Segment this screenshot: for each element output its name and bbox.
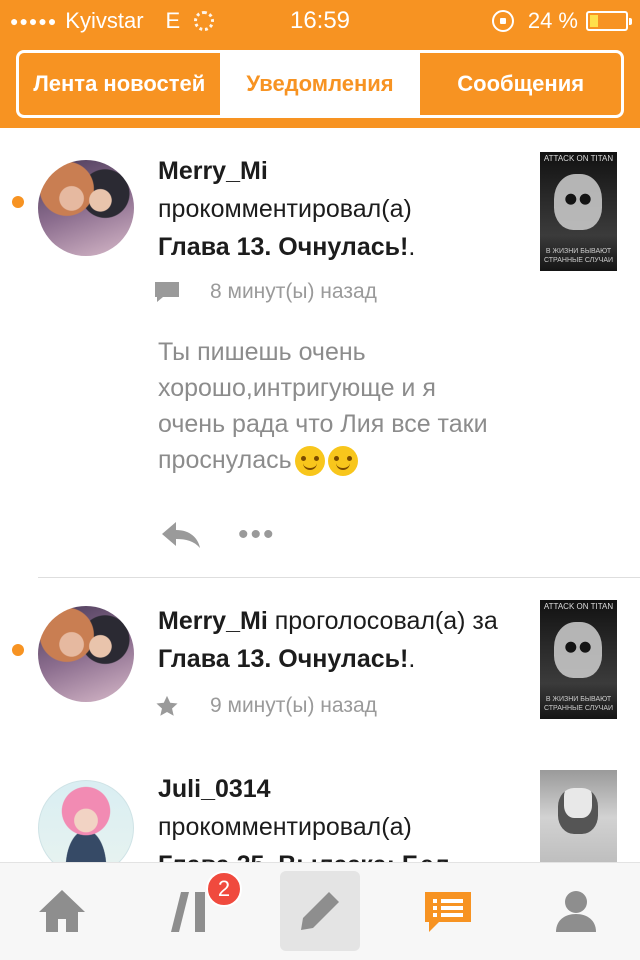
more-options-icon[interactable]: ••• [238, 520, 276, 550]
story-cover[interactable] [540, 770, 617, 862]
reply-icon[interactable] [160, 520, 204, 550]
status-bar: ●●●●● Kyivstar E 16:59 24 % [0, 0, 640, 40]
smile-emoji-icon [327, 446, 358, 477]
comment-text: Ты пишешь очень хорошо,интригующе и я оч… [158, 334, 488, 478]
cover-art [554, 622, 602, 678]
tab-profile[interactable] [536, 871, 616, 951]
battery-icon [586, 11, 632, 31]
tab-news-feed[interactable]: Лента новостей [19, 53, 220, 115]
home-icon [39, 890, 85, 932]
star-icon [156, 695, 178, 716]
pencil-icon [301, 892, 339, 930]
notifications-icon [425, 892, 471, 932]
cover-title: ATTACK ON TITAN [543, 602, 614, 611]
comment-icon [155, 282, 179, 302]
notification-meta: 8 минут(ы) назад [154, 280, 377, 304]
avatar[interactable] [38, 606, 134, 702]
time-ago: 8 минут(ы) назад [210, 280, 377, 303]
tab-messages[interactable]: Сообщения [420, 53, 621, 115]
notifications-feed[interactable]: Merry_Mi прокомментировал(а) Глава 13. О… [0, 128, 640, 862]
rotation-lock-icon [491, 10, 514, 32]
notification-text: Merry_Mi проголосовал(а) за Глава 13. Оч… [158, 602, 518, 678]
unread-dot [12, 644, 24, 656]
user-name[interactable]: Merry_Mi [158, 157, 268, 185]
story-cover[interactable]: ATTACK ON TITAN В ЖИЗНИ БЫВАЮТ СТРАННЫЕ … [540, 600, 617, 719]
story-link[interactable]: Глава 13. Очнулась! [158, 645, 408, 673]
story-link[interactable]: Глава 25. Вылазка: Бел [158, 851, 450, 862]
battery-level [590, 15, 598, 27]
notification-item[interactable]: Merry_Mi проголосовал(а) за Глава 13. Оч… [0, 578, 640, 758]
segmented-tabs: Лента новостей Уведомления Сообщения [16, 50, 624, 118]
user-name[interactable]: Juli_0314 [158, 775, 271, 803]
punctuation: . [408, 645, 416, 673]
cover-title: ATTACK ON TITAN [543, 154, 614, 163]
notification-text: Merry_Mi прокомментировал(а) Глава 13. О… [158, 152, 518, 266]
action-text: прокомментировал(а) [158, 813, 412, 841]
comment-actions: ••• [160, 520, 276, 550]
bottom-tab-bar: 2 [0, 862, 640, 960]
action-text: прокомментировал(а) [158, 195, 412, 223]
notification-item[interactable]: Merry_Mi прокомментировал(а) Глава 13. О… [0, 128, 640, 578]
time-ago: 9 минут(ы) назад [210, 694, 377, 717]
notification-meta: 9 минут(ы) назад [154, 694, 377, 718]
cover-art [554, 174, 602, 230]
notification-text: Juli_0314 прокомментировал(а) Глава 25. … [158, 770, 518, 862]
cover-caption: В ЖИЗНИ БЫВАЮТ СТРАННЫЕ СЛУЧАИ [543, 696, 614, 712]
status-right: 24 % [491, 8, 632, 34]
punctuation: . [408, 233, 416, 261]
story-link[interactable]: Глава 13. Очнулась! [158, 233, 408, 261]
library-badge: 2 [206, 871, 242, 907]
smiling-emoji-icon [294, 446, 325, 477]
tab-write[interactable] [280, 871, 360, 951]
unread-dot [12, 196, 24, 208]
avatar[interactable] [38, 780, 134, 862]
action-text: проголосовал(а) за [274, 607, 498, 635]
tab-notifications[interactable]: Уведомления [219, 53, 421, 115]
profile-icon [556, 891, 596, 932]
story-cover[interactable]: ATTACK ON TITAN В ЖИЗНИ БЫВАЮТ СТРАННЫЕ … [540, 152, 617, 271]
cover-caption: В ЖИЗНИ БЫВАЮТ СТРАННЫЕ СЛУЧАИ [543, 248, 614, 264]
cover-art [558, 788, 598, 834]
battery-percent: 24 % [527, 8, 578, 33]
notification-item[interactable]: Juli_0314 прокомментировал(а) Глава 25. … [0, 758, 640, 862]
header: ●●●●● Kyivstar E 16:59 24 % Лента новост… [0, 0, 640, 128]
tab-home[interactable] [22, 871, 102, 951]
tab-notifications-bottom[interactable] [408, 871, 488, 951]
user-name[interactable]: Merry_Mi [158, 607, 268, 635]
avatar[interactable] [38, 160, 134, 256]
